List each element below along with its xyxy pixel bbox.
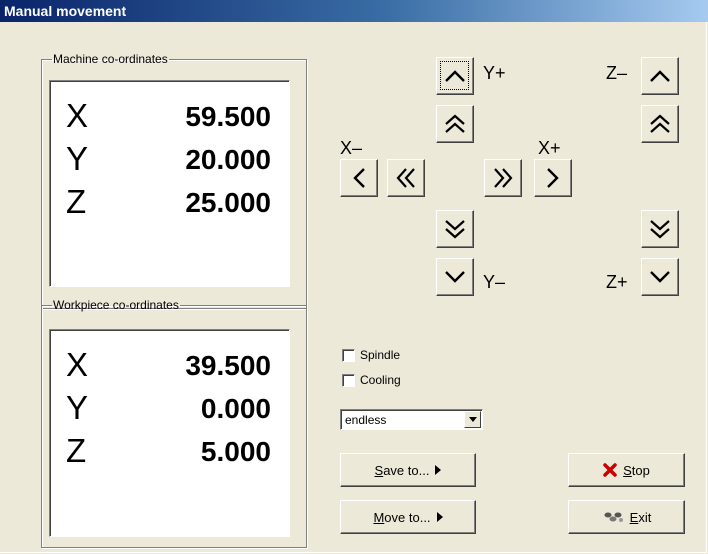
red-x-icon [603, 463, 617, 477]
manual-movement-dialog: Machine co-ordinates X 59.500 Y 20.000 Z… [0, 22, 707, 553]
jog-y-plus-fast-button[interactable] [436, 105, 474, 143]
move-to-button[interactable]: Move to... [340, 500, 476, 534]
z-plus-label: Z+ [606, 272, 628, 292]
coordinate-value: 25.000 [185, 187, 271, 218]
machine-row-y: Y 20.000 [50, 140, 289, 184]
axis-label: Z [66, 432, 87, 469]
machine-row-z: Z 25.000 [50, 183, 289, 227]
double-chevron-down-icon [650, 220, 670, 239]
workpiece-row-z: Z 5.000 [50, 432, 289, 476]
double-chevron-left-icon [396, 168, 415, 188]
axis-label: X [66, 97, 89, 134]
movement-mode-value: endless [345, 413, 387, 427]
chevron-up-icon [650, 70, 670, 82]
double-chevron-right-icon [494, 168, 513, 188]
spindle-label: Spindle [360, 348, 401, 362]
jog-x-minus-button[interactable] [340, 159, 378, 197]
double-chevron-up-icon [650, 114, 670, 133]
exit-icon [604, 512, 623, 522]
jog-y-plus-button[interactable] [436, 57, 474, 95]
y-minus-label: Y– [483, 272, 506, 292]
focus-rect [440, 61, 469, 90]
jog-z-plus-fast-button[interactable] [641, 210, 679, 248]
spindle-checkbox[interactable]: Spindle [342, 348, 400, 362]
jog-x-plus-button[interactable] [534, 159, 572, 197]
exit-label: Exit [629, 509, 652, 525]
stop-button[interactable]: Stop [568, 453, 685, 487]
workpiece-row-x: X 39.500 [50, 346, 289, 390]
jog-x-plus-fast-button[interactable] [484, 159, 522, 197]
jog-z-minus-button[interactable] [641, 57, 679, 95]
chevron-left-icon [353, 168, 365, 188]
machine-coordinates-legend: Machine co-ordinates [53, 52, 168, 66]
checkbox-box[interactable] [342, 373, 355, 387]
window-title-bar: Manual movement [0, 0, 708, 22]
stop-label: Stop [623, 462, 650, 478]
workpiece-coordinates-legend: Workpiece co-ordinates [53, 298, 179, 312]
triangle-down-icon [468, 417, 477, 422]
chevron-down-icon [445, 271, 465, 283]
cooling-checkbox[interactable]: Cooling [342, 373, 401, 387]
coordinate-value: 5.000 [200, 436, 271, 467]
coordinate-value: 0.000 [200, 393, 271, 424]
cooling-label: Cooling [360, 373, 401, 387]
exit-button[interactable]: Exit [568, 500, 685, 534]
double-chevron-up-icon [445, 114, 465, 133]
coordinate-value: 59.500 [185, 101, 271, 132]
movement-mode-select[interactable]: endless [340, 409, 483, 430]
triangle-right-icon [435, 465, 442, 475]
axis-label: Y [66, 140, 89, 177]
x-minus-label: X– [340, 138, 363, 158]
jog-y-minus-button[interactable] [436, 258, 474, 296]
save-to-label: Save to... [374, 462, 430, 478]
axis-label: Z [66, 183, 87, 220]
machine-coordinates-display: X 59.500 Y 20.000 Z 25.000 [49, 80, 290, 287]
triangle-right-icon [436, 512, 443, 522]
y-plus-label: Y+ [483, 63, 506, 83]
workpiece-row-y: Y 0.000 [50, 389, 289, 433]
axis-label: X [66, 346, 89, 383]
jog-x-minus-fast-button[interactable] [387, 159, 425, 197]
jog-z-plus-button[interactable] [641, 258, 679, 296]
axis-label: Y [66, 389, 89, 426]
window-title: Manual movement [4, 3, 127, 19]
jog-y-minus-fast-button[interactable] [436, 210, 474, 248]
workpiece-coordinates-display: X 39.500 Y 0.000 Z 5.000 [49, 329, 290, 537]
coordinate-value: 20.000 [185, 144, 271, 175]
checkbox-box[interactable] [342, 348, 355, 362]
save-to-button[interactable]: Save to... [340, 453, 476, 487]
x-plus-label: X+ [538, 138, 561, 158]
double-chevron-down-icon [445, 220, 465, 239]
move-to-label: Move to... [373, 509, 431, 525]
coordinate-value: 39.500 [185, 350, 271, 381]
machine-row-x: X 59.500 [50, 97, 289, 141]
chevron-down-icon [650, 271, 670, 283]
jog-z-minus-fast-button[interactable] [641, 105, 679, 143]
chevron-right-icon [547, 168, 559, 188]
z-minus-label: Z– [606, 63, 628, 83]
dropdown-arrow-button[interactable] [464, 411, 481, 428]
